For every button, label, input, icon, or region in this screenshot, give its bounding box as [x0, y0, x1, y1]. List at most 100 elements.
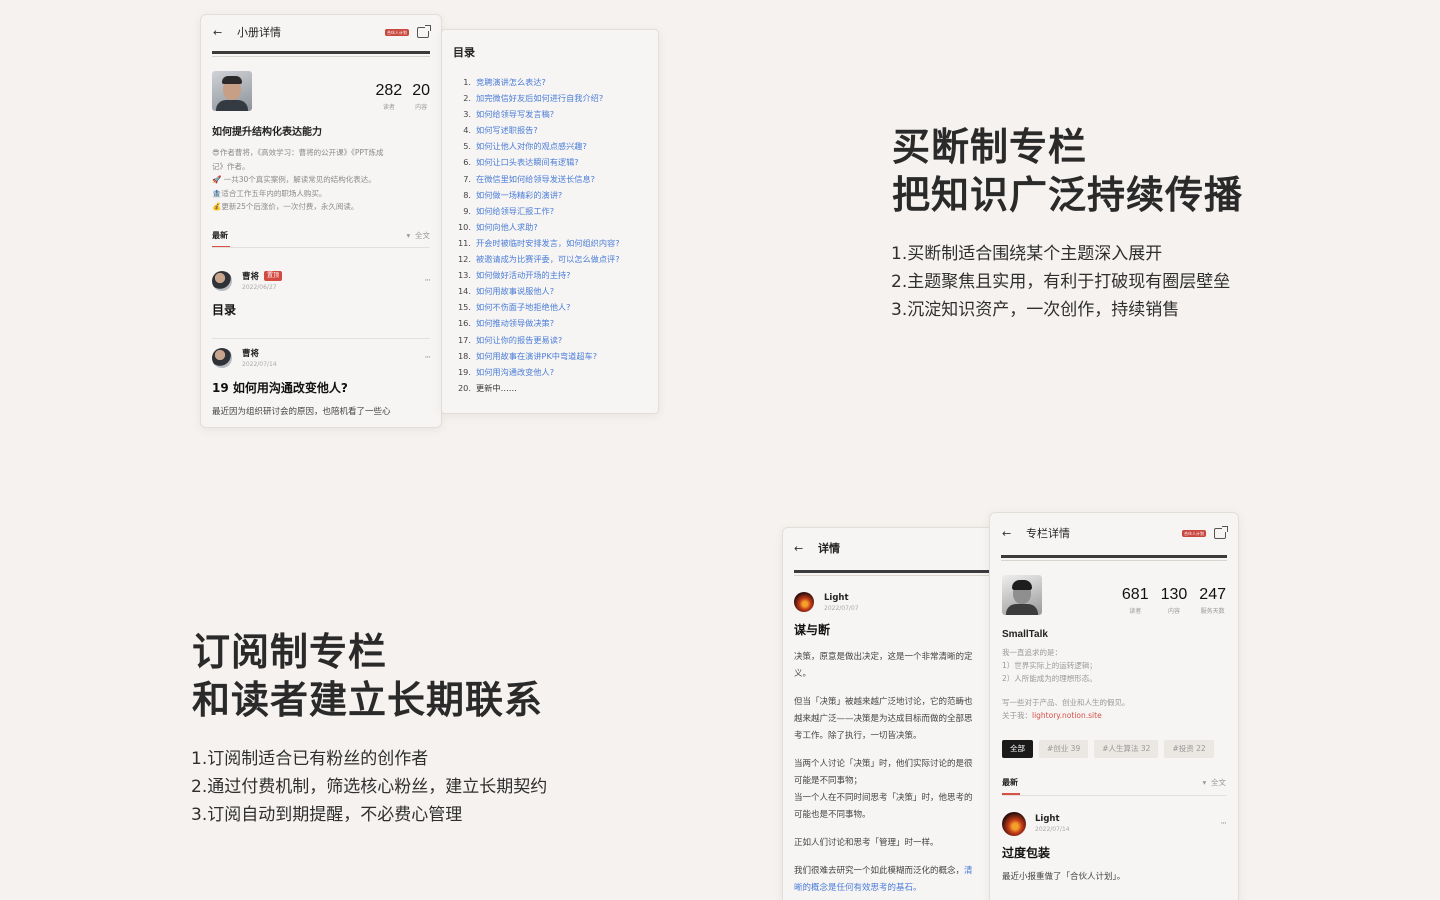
header-title: 专栏详情	[1026, 527, 1070, 540]
toc-item[interactable]: 8. 如何做一场精彩的演讲?	[453, 187, 658, 203]
more-icon[interactable]: ···	[424, 276, 431, 286]
post-item[interactable]: 曹将 置顶 2022/06/27 ··· 目录	[201, 270, 441, 318]
author-avatar-small[interactable]	[212, 347, 232, 368]
toc-item-number: 15.	[457, 302, 471, 313]
buyout-points: 1.买断制适合围绕某个主题深入展开 2.主题聚焦且实用，有利于打破现有圈层壁垒 …	[891, 244, 1231, 320]
share-icon[interactable]	[417, 24, 431, 38]
latest-label[interactable]: 最新	[1002, 777, 1018, 788]
author-avatar-small[interactable]	[212, 270, 232, 291]
toc-item-label[interactable]: 如何用故事说服他人?	[476, 283, 554, 299]
back-arrow-icon[interactable]: ←	[794, 542, 808, 555]
more-icon[interactable]: ···	[424, 353, 431, 363]
toc-item-label[interactable]: 加完微信好友后如何进行自我介绍?	[476, 90, 603, 106]
about-link[interactable]: lightory.notion.site	[1032, 711, 1102, 720]
article-body: 决策，原意是做出决定，这是一个非常清晰的定 义。 但当「决策」被越来越广泛地讨论，…	[794, 652, 973, 893]
sort-dropdown[interactable]: ▾ 全文	[1202, 777, 1226, 788]
article-link[interactable]: 晰的概念是任何有效思考的基石。	[794, 883, 922, 893]
post-title[interactable]: 过度包装	[1002, 844, 1226, 861]
toc-item[interactable]: 3. 如何给领导写发言稿?	[453, 106, 658, 122]
tag-life-algorithm[interactable]: #人生算法 32	[1094, 740, 1159, 758]
author-avatar-small[interactable]	[1002, 811, 1026, 836]
more-icon[interactable]: ···	[1220, 819, 1227, 829]
partner-badge[interactable]: 合伙人计划	[1182, 529, 1206, 537]
toc-item-number: 6.	[463, 157, 471, 168]
toc-item[interactable]: 17. 如何让你的报告更易读?	[453, 332, 658, 348]
toc-item-label[interactable]: 如何让你的报告更易读?	[476, 332, 562, 348]
toc-item-label[interactable]: 如何做一场精彩的演讲?	[476, 187, 562, 203]
sort-dropdown[interactable]: ▾ 全文	[406, 230, 430, 241]
latest-filter-row: 最新 ▾ 全文	[212, 230, 430, 241]
toc-item-label[interactable]: 如何推动领导做决策?	[476, 315, 554, 331]
post-item[interactable]: Light 2022/07/14 ··· 过度包装 最近小报重做了「合伙人计划」…	[990, 811, 1238, 882]
column-avatar[interactable]	[1002, 575, 1042, 615]
tag-startup[interactable]: #创业 39	[1039, 740, 1089, 758]
toc-item[interactable]: 10. 如何向他人求助?	[453, 219, 658, 235]
column-detail-card: ← 专栏详情 合伙人计划 681 读者 130 内容 247 服务天数 Smal…	[989, 512, 1239, 900]
post-title[interactable]: 19 如何用沟通改变他人?	[212, 379, 430, 396]
stat-readers: 681 读者	[1121, 586, 1149, 615]
toc-item[interactable]: 19. 如何用沟通改变他人?	[453, 364, 658, 380]
toc-item[interactable]: 14. 如何用故事说服他人?	[453, 283, 658, 299]
toc-item-label[interactable]: 如何给领导汇报工作?	[476, 203, 554, 219]
toc-item[interactable]: 9. 如何给领导汇报工作?	[453, 203, 658, 219]
tag-filter: 全部 #创业 39 #人生算法 32 #投资 22	[990, 740, 1238, 758]
toc-item[interactable]: 6. 如何让口头表达瞬间有逻辑?	[453, 154, 658, 170]
post-item[interactable]: 曹将 2022/07/14 ··· 19 如何用沟通改变他人? 最近因为组织研讨…	[201, 347, 441, 417]
article-link[interactable]: 清	[964, 866, 973, 876]
toc-item-label[interactable]: 在微信里如何给领导发送长信息?	[476, 171, 595, 187]
toc-item[interactable]: 11. 开会时被临时安排发言，如何组织内容?	[453, 235, 658, 251]
pinned-badge: 置顶	[264, 271, 283, 281]
partner-badge[interactable]: 合伙人计划	[385, 28, 409, 36]
toc-item[interactable]: 5. 如何让他人对你的观点感兴趣?	[453, 138, 658, 154]
tag-investment[interactable]: #投资 22	[1164, 740, 1214, 758]
toc-item[interactable]: 18. 如何用故事在演讲PK中弯道超车?	[453, 348, 658, 364]
toc-item-label[interactable]: 如何向他人求助?	[476, 219, 538, 235]
toc-item-label[interactable]: 开会时被临时安排发言，如何组织内容?	[476, 235, 620, 251]
toc-item[interactable]: 7. 在微信里如何给领导发送长信息?	[453, 171, 658, 187]
toc-item[interactable]: 4. 如何写述职报告?	[453, 122, 658, 138]
toc-item: 20. 更新中……	[453, 380, 658, 396]
tag-all[interactable]: 全部	[1002, 740, 1033, 758]
toc-item-number: 17.	[457, 334, 471, 345]
header-title: 小册详情	[237, 26, 281, 39]
toc-item-number: 14.	[457, 286, 471, 297]
post-excerpt: 最近小报重做了「合伙人计划」。	[1002, 871, 1126, 882]
subscription-points: 1.订阅制适合已有粉丝的创作者 2.通过付费机制，筛选核心粉丝，建立长期契约 3…	[191, 749, 548, 825]
stat-content: 130 内容	[1160, 586, 1188, 615]
toc-item[interactable]: 16. 如何推动领导做决策?	[453, 315, 658, 331]
toc-item-label[interactable]: 如何做好活动开场的主持?	[476, 267, 570, 283]
toc-item-label: 更新中……	[476, 382, 517, 393]
toc-item-label[interactable]: 如何写述职报告?	[476, 122, 538, 138]
toc-item-label[interactable]: 如何不伤面子地拒绝他人?	[476, 299, 570, 315]
toc-item-number: 18.	[457, 350, 471, 361]
toc-item-number: 5.	[463, 141, 471, 152]
header-title: 详情	[818, 542, 840, 555]
post-title[interactable]: 目录	[212, 301, 430, 318]
column-title: SmallTalk	[1002, 629, 1048, 640]
share-icon[interactable]	[1214, 525, 1228, 539]
toc-card: 目录 1. 竞聘演讲怎么表达? 2. 加完微信好友后如何进行自我介绍? 3. 如何给领导写…	[441, 29, 659, 414]
back-arrow-icon[interactable]: ←	[1002, 527, 1016, 540]
toc-item-label[interactable]: 如何用故事在演讲PK中弯道超车?	[476, 348, 597, 364]
toc-item[interactable]: 1. 竞聘演讲怎么表达?	[453, 74, 658, 90]
toc-item-label[interactable]: 被邀请成为比赛评委，可以怎么做点评?	[476, 251, 620, 267]
toc-item-label[interactable]: 如何让他人对你的观点感兴趣?	[476, 138, 587, 154]
toc-item-label[interactable]: 如何让口头表达瞬间有逻辑?	[476, 154, 579, 170]
toc-item-number: 9.	[463, 205, 471, 216]
column-header: ← 专栏详情 合伙人计划	[990, 513, 1238, 553]
toc-item[interactable]: 15. 如何不伤面子地拒绝他人?	[453, 299, 658, 315]
toc-item-label[interactable]: 如何用沟通改变他人?	[476, 364, 554, 380]
toc-item[interactable]: 13. 如何做好活动开场的主持?	[453, 267, 658, 283]
toc-item[interactable]: 12. 被邀请成为比赛评委，可以怎么做点评?	[453, 251, 658, 267]
toc-item[interactable]: 2. 加完微信好友后如何进行自我介绍?	[453, 90, 658, 106]
author-avatar[interactable]	[212, 71, 252, 111]
author-avatar-small[interactable]	[794, 592, 814, 612]
toc-item-label[interactable]: 如何给领导写发言稿?	[476, 106, 554, 122]
latest-label[interactable]: 最新	[212, 230, 228, 241]
stat-content: 20 内容	[412, 82, 430, 111]
back-arrow-icon[interactable]: ←	[213, 26, 227, 39]
booklet-detail-card: ← 小册详情 合伙人计划 282 读者 20 内容 如何提升结构化表达能力 😎作…	[200, 14, 442, 428]
toc-item-label[interactable]: 竞聘演讲怎么表达?	[476, 74, 546, 90]
booklet-header: ← 小册详情 合伙人计划	[201, 15, 441, 49]
toc-item-number: 20.	[457, 382, 471, 393]
